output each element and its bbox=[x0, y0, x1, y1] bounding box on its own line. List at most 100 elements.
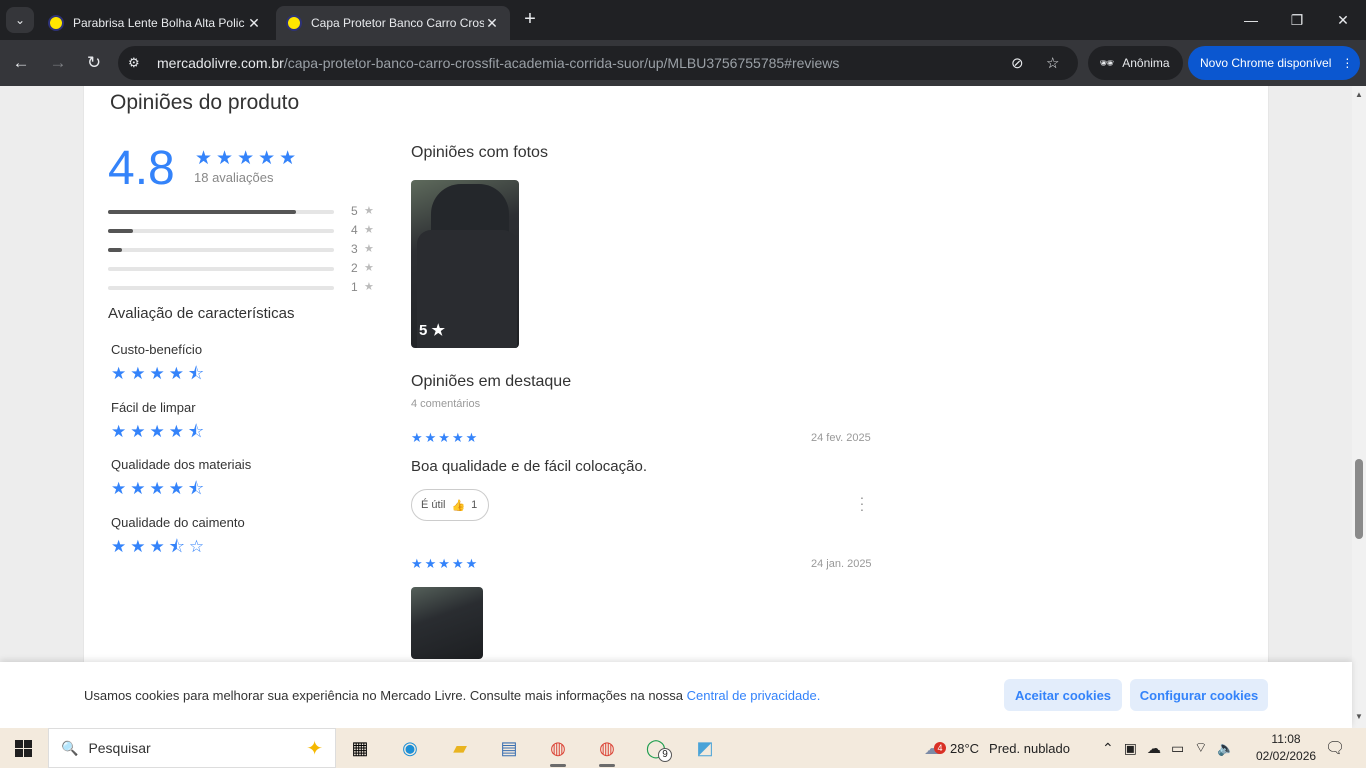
meet-now-icon[interactable]: ▣ bbox=[1124, 740, 1137, 757]
review-date: 24 fev. 2025 bbox=[811, 432, 871, 444]
star-icon: ★ bbox=[364, 243, 374, 255]
feature-qualidade-materiais: Qualidade dos materiais ★★★★⯪ bbox=[111, 457, 251, 505]
eye-slash-icon[interactable]: ⊘ bbox=[1011, 54, 1024, 72]
useful-count: 1 bbox=[471, 499, 478, 511]
windows-taskbar: 🔍 Pesquisar ✦ ▦ ◉ ▰ ▤ ◍ ◍ ◯ 9 ◩ ☁ 4 28°C P… bbox=[0, 728, 1366, 768]
chrome-update-label: Novo Chrome disponível bbox=[1200, 56, 1332, 70]
useful-button[interactable]: É útil 👍 1 bbox=[411, 489, 489, 521]
photo-rating-badge: 5 ★ bbox=[419, 322, 445, 339]
task-view-icon[interactable]: ▦ bbox=[346, 734, 374, 762]
rating-bar-5[interactable]: 5 ★ bbox=[108, 204, 378, 223]
accept-cookies-button[interactable]: Aceitar cookies bbox=[1004, 679, 1122, 711]
cookie-banner: Usamos cookies para melhorar sua experiê… bbox=[0, 662, 1352, 728]
chrome-icon[interactable]: ◍ bbox=[544, 734, 572, 767]
page-scrollbar[interactable]: ▲ ▼ bbox=[1352, 86, 1366, 728]
review-photo-thumbnail[interactable] bbox=[411, 587, 483, 659]
volume-icon[interactable]: 🔈 bbox=[1217, 740, 1234, 757]
search-icon: 🔍 bbox=[61, 739, 79, 756]
onedrive-cloud-icon[interactable]: ☁ bbox=[1147, 740, 1161, 757]
site-info-icon[interactable]: ⚙ bbox=[128, 55, 140, 71]
address-bar[interactable]: ⚙ mercadolivre.com.br/capa-protetor-banc… bbox=[118, 46, 1078, 80]
date: 02/02/2026 bbox=[1256, 749, 1317, 763]
mercadolivre-favicon-icon bbox=[286, 15, 302, 31]
review-date: 24 jan. 2025 bbox=[811, 558, 872, 570]
rating-bar-4[interactable]: 4 ★ bbox=[108, 223, 378, 242]
cookie-message: Usamos cookies para melhorar sua experiê… bbox=[84, 688, 821, 703]
review-stars-icon: ★★★★★ bbox=[411, 430, 480, 445]
page-viewport: Opiniões do produto 4.8 ★★★★★ 18 avaliaç… bbox=[0, 86, 1352, 728]
rating-bar-3[interactable]: 3 ★ bbox=[108, 242, 378, 261]
search-placeholder: Pesquisar bbox=[88, 740, 151, 756]
browser-toolbar: ← → ↻ ⚙ mercadolivre.com.br/capa-proteto… bbox=[0, 40, 1366, 86]
tab-capa-protetor[interactable]: Capa Protetor Banco Carro Cros ✕ bbox=[276, 6, 510, 40]
whatsapp-badge: 9 bbox=[658, 748, 672, 762]
feature-label: Qualidade do caimento bbox=[111, 515, 245, 530]
whatsapp-icon[interactable]: ◯ 9 bbox=[642, 734, 672, 762]
notification-icon[interactable]: 🗨 bbox=[1325, 738, 1345, 758]
star-icon: ★ bbox=[364, 224, 374, 236]
configure-cookies-button[interactable]: Configurar cookies bbox=[1130, 679, 1268, 711]
review-count: 18 avaliações bbox=[194, 170, 274, 185]
rating-bar-2[interactable]: 2 ★ bbox=[108, 261, 378, 280]
time: 11:08 bbox=[1271, 732, 1301, 746]
copilot-sparkle-icon: ✦ bbox=[306, 737, 323, 760]
feature-qualidade-caimento: Qualidade do caimento ★★★⯪☆ bbox=[111, 515, 245, 563]
clock[interactable]: 11:08 02/02/2026 bbox=[1256, 731, 1316, 765]
thumbs-up-icon: 👍 bbox=[451, 499, 466, 512]
feature-stars-icon: ★★★★⯪ bbox=[111, 479, 209, 498]
edge-icon[interactable]: ◉ bbox=[396, 734, 424, 762]
close-tab-icon[interactable]: ✕ bbox=[484, 15, 500, 32]
wifi-icon[interactable]: ⌔ bbox=[1194, 739, 1207, 757]
review-text: Boa qualidade e de fácil colocação. bbox=[411, 458, 648, 475]
browser-tabstrip: ⌄ Parabrisa Lente Bolha Alta Polic ✕ Cap… bbox=[0, 0, 1366, 40]
close-window-icon[interactable]: ✕ bbox=[1320, 0, 1366, 40]
weather-widget[interactable]: ☁ 4 28°C Pred. nublado bbox=[924, 728, 1070, 768]
file-explorer-icon[interactable]: ▰ bbox=[446, 734, 474, 762]
featured-title: Opiniões em destaque bbox=[411, 373, 572, 390]
restore-icon[interactable]: ❐ bbox=[1274, 0, 1320, 40]
calculator-icon[interactable]: ▤ bbox=[495, 734, 523, 762]
more-vert-icon: ⋮ bbox=[1341, 56, 1354, 70]
new-tab-plus-icon[interactable]: + bbox=[518, 8, 542, 31]
notes-app-icon[interactable]: ◩ bbox=[691, 734, 719, 762]
feature-stars-icon: ★★★⯪☆ bbox=[111, 537, 209, 556]
review-photo[interactable]: 5 ★ bbox=[411, 180, 519, 348]
bookmark-star-icon[interactable]: ☆ bbox=[1046, 54, 1059, 72]
chrome-update-button[interactable]: Novo Chrome disponível ⋮ bbox=[1188, 46, 1360, 80]
minimize-icon[interactable]: ― bbox=[1228, 0, 1274, 40]
feature-label: Qualidade dos materiais bbox=[111, 457, 252, 472]
feature-stars-icon: ★★★★⯪ bbox=[111, 364, 209, 383]
reviews-title: Opiniões do produto bbox=[110, 91, 300, 114]
mercadolivre-favicon-icon bbox=[48, 15, 64, 31]
taskbar-search[interactable]: 🔍 Pesquisar ✦ bbox=[48, 728, 336, 768]
system-tray: ⌃ ▣ ☁ ▭ ⌔ 🔈 bbox=[1102, 728, 1235, 768]
back-arrow-icon[interactable]: ← bbox=[8, 50, 34, 76]
privacy-link[interactable]: Central de privacidade. bbox=[687, 688, 821, 703]
close-tab-icon[interactable]: ✕ bbox=[246, 15, 262, 32]
weather-badge: 4 bbox=[934, 741, 946, 754]
chevron-up-icon[interactable]: ⌃ bbox=[1102, 740, 1114, 757]
scrollbar-thumb[interactable] bbox=[1355, 459, 1363, 539]
weather-text: Pred. nublado bbox=[989, 740, 1070, 756]
incognito-button[interactable]: 🕶 Anônima bbox=[1088, 46, 1183, 80]
scroll-up-icon[interactable]: ▲ bbox=[1355, 90, 1363, 99]
incognito-icon: 🕶 bbox=[1099, 56, 1115, 70]
feature-label: Custo-benefício bbox=[111, 342, 203, 357]
battery-icon[interactable]: ▭ bbox=[1171, 740, 1184, 757]
feature-custo-beneficio: Custo-benefício ★★★★⯪ bbox=[111, 342, 208, 390]
tab-search-chevron-icon[interactable]: ⌄ bbox=[6, 7, 34, 33]
chrome-incognito-icon[interactable]: ◍ bbox=[593, 734, 621, 767]
rating-bar-1[interactable]: 1 ★ bbox=[108, 280, 378, 299]
star-icon: ★ bbox=[364, 281, 374, 293]
scroll-down-icon[interactable]: ▼ bbox=[1355, 712, 1363, 721]
review-stars-icon: ★★★★★ bbox=[411, 556, 480, 571]
rating-distribution: 5 ★ 4 ★ 3 ★ 2 ★ 1 ★ bbox=[108, 204, 378, 299]
reload-icon[interactable]: ↻ bbox=[81, 50, 107, 76]
windows-start-icon[interactable] bbox=[15, 740, 32, 757]
star-icon: ★ bbox=[364, 205, 374, 217]
tab-title: Parabrisa Lente Bolha Alta Polic bbox=[73, 16, 245, 30]
forward-arrow-icon[interactable]: → bbox=[45, 50, 71, 76]
url-text: mercadolivre.com.br/capa-protetor-banco-… bbox=[157, 55, 840, 71]
more-options-icon[interactable]: · · · bbox=[859, 490, 865, 516]
tab-parabrisa[interactable]: Parabrisa Lente Bolha Alta Polic ✕ bbox=[38, 6, 272, 40]
